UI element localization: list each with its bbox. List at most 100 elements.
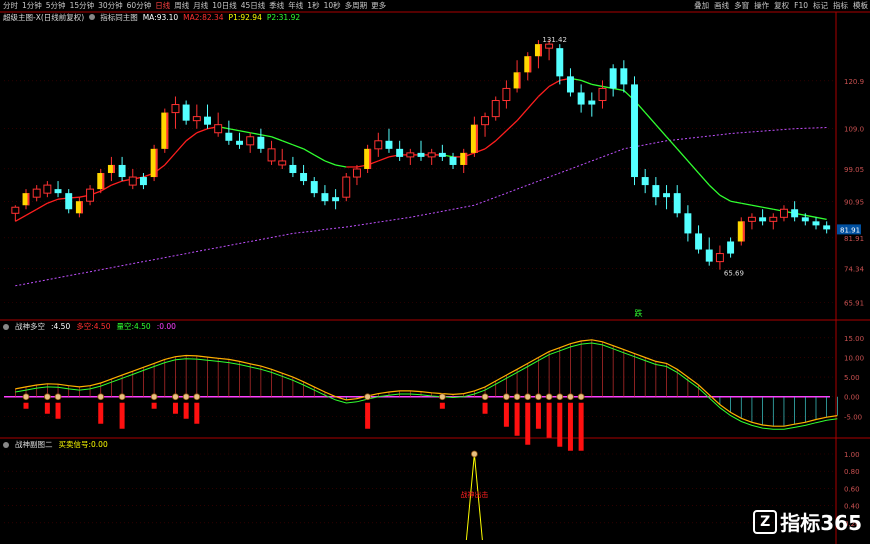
candle-body — [54, 189, 62, 194]
ma-fast-segment — [36, 202, 48, 210]
right-menu: 叠加 画线 多窗 操作 复权 F10 标记 指标 模板 — [694, 0, 868, 12]
sell-volume-bar — [151, 402, 157, 409]
price-axis-label: 65.91 — [844, 299, 864, 307]
candle-body — [598, 87, 607, 102]
candle-body — [267, 148, 276, 162]
menu-item[interactable]: 叠加 — [694, 0, 709, 12]
period-tab[interactable]: 45日线 — [241, 0, 266, 12]
sell-volume-bar — [23, 402, 29, 409]
sell-volume-bar — [194, 402, 200, 424]
period-tab[interactable]: 日线 — [155, 0, 170, 12]
indicator2-name[interactable]: 战神副图二 — [15, 440, 53, 450]
indicator1-v2: 多空:4.50 — [76, 322, 111, 331]
menu-item[interactable]: 复权 — [774, 0, 789, 12]
osc-axis-label: -5.00 — [844, 413, 862, 421]
indicator1-v1: :4.50 — [51, 322, 71, 331]
osc-main-line — [15, 339, 838, 427]
period-tab[interactable]: 10秒 — [324, 0, 341, 12]
ma-fast-segment — [378, 156, 390, 162]
ma-fast-segment — [271, 136, 283, 142]
signal-axis-label: 1.00 — [844, 451, 860, 459]
candle-body — [652, 185, 660, 198]
period-tab[interactable]: 季线 — [269, 0, 284, 12]
menu-item[interactable]: 画线 — [714, 0, 729, 12]
signal-bubble-icon — [182, 393, 190, 401]
period-tab[interactable]: 年线 — [288, 0, 303, 12]
candle-body — [278, 160, 287, 166]
period-tab[interactable]: 5分钟 — [46, 0, 66, 12]
ma-fast-segment — [666, 136, 678, 150]
period-tab[interactable]: 月线 — [193, 0, 208, 12]
period-tab[interactable]: 60分钟 — [127, 0, 152, 12]
indicator-name[interactable]: 超级主图-X(日线前复权) — [3, 12, 84, 24]
sell-volume-bar — [567, 402, 573, 451]
menu-item[interactable]: 指标 — [833, 0, 848, 12]
period-tab[interactable]: 更多 — [371, 0, 386, 12]
indicator1-title-row: 战神多空 :4.50 多空:4.50 量空:4.50 :0.00 — [3, 322, 176, 332]
indicator1-dot-icon[interactable] — [3, 324, 9, 330]
stock-chart-canvas[interactable]: 120.9 109.0 99.05 90.95 81.91 74.34 65.91 131.4… — [0, 0, 870, 544]
ma-fast-segment — [687, 160, 700, 174]
ma-fast-segment — [281, 140, 294, 146]
period-tab[interactable]: 多周期 — [345, 0, 368, 12]
candle-body — [86, 188, 95, 202]
indicator1-v4: :0.00 — [156, 322, 176, 331]
ma-fast-segment — [260, 134, 272, 138]
indicator2-dot-icon[interactable] — [3, 442, 9, 448]
candle-body — [673, 193, 681, 214]
ma-fast-segment — [484, 140, 497, 150]
ma-fast-segment — [708, 184, 721, 196]
period-tab[interactable]: 分时 — [3, 0, 18, 12]
period-tab[interactable]: 30分钟 — [98, 0, 123, 12]
candle-body — [246, 136, 255, 146]
indicator1-name[interactable]: 战神多空 — [15, 322, 45, 332]
candle-body — [128, 176, 137, 186]
ma-fast-segment — [313, 154, 326, 162]
candle-body — [43, 184, 52, 194]
sub-indicator-name[interactable]: 指标同主图 — [100, 12, 138, 24]
sell-volume-bar — [439, 402, 445, 409]
candle-body — [11, 206, 20, 214]
candle-body — [236, 140, 243, 145]
menu-item[interactable]: 多窗 — [734, 0, 749, 12]
candle-body — [417, 152, 425, 157]
signal-bubble-icon — [22, 393, 30, 401]
candle-body — [727, 241, 735, 254]
ma-fast-segment — [537, 85, 550, 97]
period-tab[interactable]: 周线 — [174, 0, 189, 12]
candle-body — [747, 216, 756, 222]
signal-bubble-icon — [97, 393, 105, 401]
menu-item[interactable]: F10 — [794, 0, 808, 12]
ma-fast-segment — [15, 214, 27, 222]
osc-signal-line — [15, 342, 838, 430]
menu-item[interactable]: 标记 — [813, 0, 828, 12]
signal-bubble-icon — [150, 393, 158, 401]
period-tab[interactable]: 15分钟 — [70, 0, 95, 12]
menu-item[interactable]: 模板 — [853, 0, 868, 12]
osc-axis-label: 5.00 — [844, 374, 860, 382]
price-axis-label: 90.95 — [844, 198, 864, 206]
period-tab[interactable]: 10日线 — [212, 0, 237, 12]
ma-fast-segment — [762, 206, 774, 210]
period-tab[interactable]: 1秒 — [307, 0, 319, 12]
indicator2-title-row: 战神副图二 买卖信号:0.00 — [3, 440, 108, 450]
ma-fast-segment — [730, 200, 742, 204]
settings-dot-icon[interactable] — [89, 14, 96, 20]
ma1-value: MA:93.10 — [142, 13, 179, 22]
signal-bubble-icon — [364, 393, 372, 401]
signal-bubble-icon — [513, 393, 521, 401]
signal-bubble-icon — [535, 393, 542, 401]
ma4-value: P2:31.92 — [266, 13, 301, 22]
period-tab[interactable]: 1分钟 — [22, 0, 42, 12]
ma-fast-segment — [239, 130, 251, 134]
candle-edge — [475, 124, 478, 153]
candle-body — [171, 104, 180, 114]
candle-body — [620, 68, 628, 85]
ma-fast-segment — [676, 148, 689, 162]
ma-fast-segment — [174, 140, 187, 154]
sell-volume-bar — [503, 402, 509, 427]
ma-fast-segment — [527, 96, 539, 110]
candle-edge — [529, 56, 532, 73]
price-axis-label: 81.91 — [844, 235, 864, 243]
menu-item[interactable]: 操作 — [754, 0, 769, 12]
